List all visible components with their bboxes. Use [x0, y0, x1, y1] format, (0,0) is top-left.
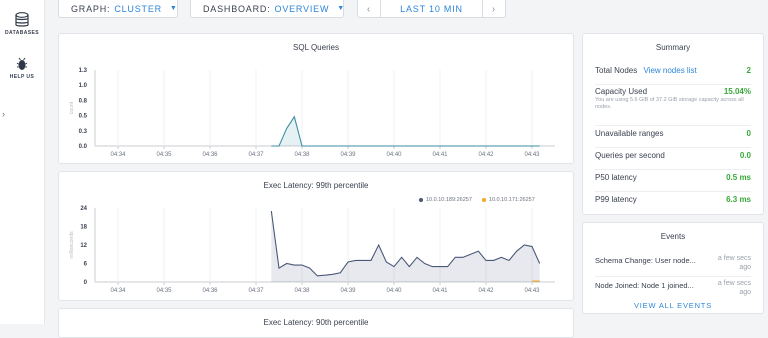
capacity-description: You are using 5.6 GiB of 37.2 GiB storag…: [595, 97, 744, 110]
x-tick-label: 04:43: [524, 152, 540, 158]
sidebar-item-databases[interactable]: DATABASES: [0, 12, 44, 36]
series-area: [271, 211, 540, 282]
y-tick-label: 12: [80, 243, 87, 249]
database-icon: [15, 12, 29, 27]
x-tick-label: 04:41: [432, 288, 448, 294]
graph-label: GRAPH:: [71, 3, 111, 14]
graph-selector[interactable]: GRAPH: CLUSTER ▼: [58, 0, 178, 18]
caret-down-icon: ▼: [169, 5, 178, 12]
x-tick-label: 04:38: [294, 288, 310, 294]
x-tick-label: 04:36: [202, 152, 218, 158]
summary-p50: P50 latency 0.5 ms: [595, 173, 751, 192]
unavailable-label: Unavailable ranges: [595, 129, 664, 138]
total-nodes-value: 2: [746, 66, 751, 75]
x-tick-label: 04:35: [156, 152, 172, 158]
dashboard-value: OVERVIEW: [274, 3, 330, 14]
event-time: a few secs ago: [717, 255, 751, 271]
chevron-right-icon: ›: [491, 3, 497, 15]
sql-queries-chart: SQL Queries 1.3 1.0 0.8 0.5 0.3 0.0 count 04:34…: [58, 33, 574, 164]
x-tick-label: 04:37: [248, 288, 264, 294]
bug-icon: [16, 57, 28, 70]
x-tick-label: 04:34: [110, 152, 126, 158]
time-range-label[interactable]: LAST 10 MIN: [380, 4, 483, 14]
y-tick-label: 0.3: [79, 129, 88, 135]
p99-value: 6.3 ms: [726, 195, 751, 204]
y-tick-label: 18: [80, 225, 87, 231]
event-item[interactable]: Schema Change: User node... a few secs a…: [595, 254, 751, 277]
p50-label: P50 latency: [595, 173, 637, 182]
time-range-selector: ‹ LAST 10 MIN ›: [357, 0, 506, 18]
summary-title: Summary: [655, 43, 691, 52]
y-tick-label: 24: [80, 206, 87, 212]
summary-p99: P99 latency 6.3 ms: [595, 195, 751, 211]
qps-label: Queries per second: [595, 151, 665, 160]
exec-latency-99-chart: Exec Latency: 99th percentile 10.0.10.18…: [58, 171, 574, 301]
x-tick-label: 04:40: [386, 152, 402, 158]
y-tick-label: 6: [84, 262, 88, 268]
capacity-label: Capacity Used: [595, 87, 648, 96]
sidebar-expand-arrow[interactable]: ›: [2, 109, 5, 119]
y-tick-label: 1.3: [79, 68, 88, 74]
view-nodes-link[interactable]: View nodes list: [643, 66, 696, 75]
x-tick-label: 04:34: [110, 288, 126, 294]
x-tick-label: 04:42: [478, 152, 494, 158]
event-time: a few secs ago: [717, 280, 751, 296]
y-axis-label: count: [69, 101, 75, 114]
caret-down-icon: ▼: [337, 5, 345, 12]
unavailable-value: 0: [746, 129, 751, 138]
y-tick-label: 0: [84, 280, 88, 286]
event-item[interactable]: Node Joined: Node 1 joined... a few secs…: [595, 279, 751, 299]
summary-unavailable-ranges: Unavailable ranges 0: [595, 129, 751, 148]
graph-value: CLUSTER: [114, 3, 162, 14]
sql-queries-plot: 1.3 1.0 0.8 0.5 0.3 0.0 count 04:34 04:35 04:36 04…: [69, 68, 555, 158]
series-area: [271, 116, 540, 146]
y-axis-label: milliseconds: [69, 231, 75, 259]
x-tick-label: 04:37: [248, 152, 264, 158]
x-tick-label: 04:35: [156, 288, 172, 294]
x-tick-label: 04:39: [340, 152, 356, 158]
chart-title: Exec Latency: 90th percentile: [263, 318, 369, 327]
event-text: Node Joined: Node 1 joined...: [595, 281, 694, 290]
sidebar: DATABASES HELP US ›: [0, 0, 45, 324]
sidebar-item-label: HELP US: [9, 74, 35, 80]
series-line: [271, 115, 540, 147]
exec-latency-90-chart: Exec Latency: 90th percentile: [58, 308, 574, 338]
exec-latency-99-plot: 24 18 12 6 0 milliseconds 04:34 04:35 04:36 04:37…: [69, 206, 555, 294]
y-tick-label: 0.8: [79, 98, 88, 104]
x-tick-label: 04:38: [294, 152, 310, 158]
summary-total-nodes: Total Nodes View nodes list 2: [595, 66, 751, 85]
p99-label: P99 latency: [595, 195, 637, 204]
dashboard-selector[interactable]: DASHBOARD: OVERVIEW ▼: [190, 0, 344, 18]
sidebar-item-help-us[interactable]: HELP US: [0, 56, 44, 80]
event-text: Schema Change: User node...: [595, 256, 696, 265]
chevron-left-icon: ‹: [366, 3, 372, 15]
time-prev-button[interactable]: ‹: [358, 0, 381, 18]
sidebar-item-label: DATABASES: [5, 30, 39, 36]
total-nodes-label: Total Nodes: [595, 66, 638, 75]
x-tick-label: 04:40: [386, 288, 402, 294]
y-tick-label: 0.0: [79, 144, 88, 150]
events-panel: Events Schema Change: User node... a few…: [582, 222, 764, 314]
summary-capacity: Capacity Used 15.04% You are using 5.6 G…: [595, 87, 751, 126]
time-next-button[interactable]: ›: [482, 0, 505, 18]
y-tick-label: 1.0: [79, 83, 88, 89]
dashboard-label: DASHBOARD:: [203, 3, 271, 14]
summary-panel: Summary Total Nodes View nodes list 2 Ca…: [582, 33, 764, 215]
y-tick-label: 0.5: [79, 114, 88, 120]
capacity-value: 15.04%: [723, 87, 751, 96]
summary-qps: Queries per second 0.0: [595, 151, 751, 170]
x-tick-label: 04:41: [432, 152, 448, 158]
x-tick-label: 04:39: [340, 288, 356, 294]
x-tick-label: 04:42: [478, 288, 494, 294]
x-tick-label: 04:36: [202, 288, 218, 294]
p50-value: 0.5 ms: [726, 173, 751, 182]
qps-value: 0.0: [739, 151, 751, 160]
view-all-events-link[interactable]: VIEW ALL EVENTS: [583, 301, 763, 310]
events-title: Events: [660, 232, 686, 241]
x-tick-label: 04:43: [524, 288, 540, 294]
